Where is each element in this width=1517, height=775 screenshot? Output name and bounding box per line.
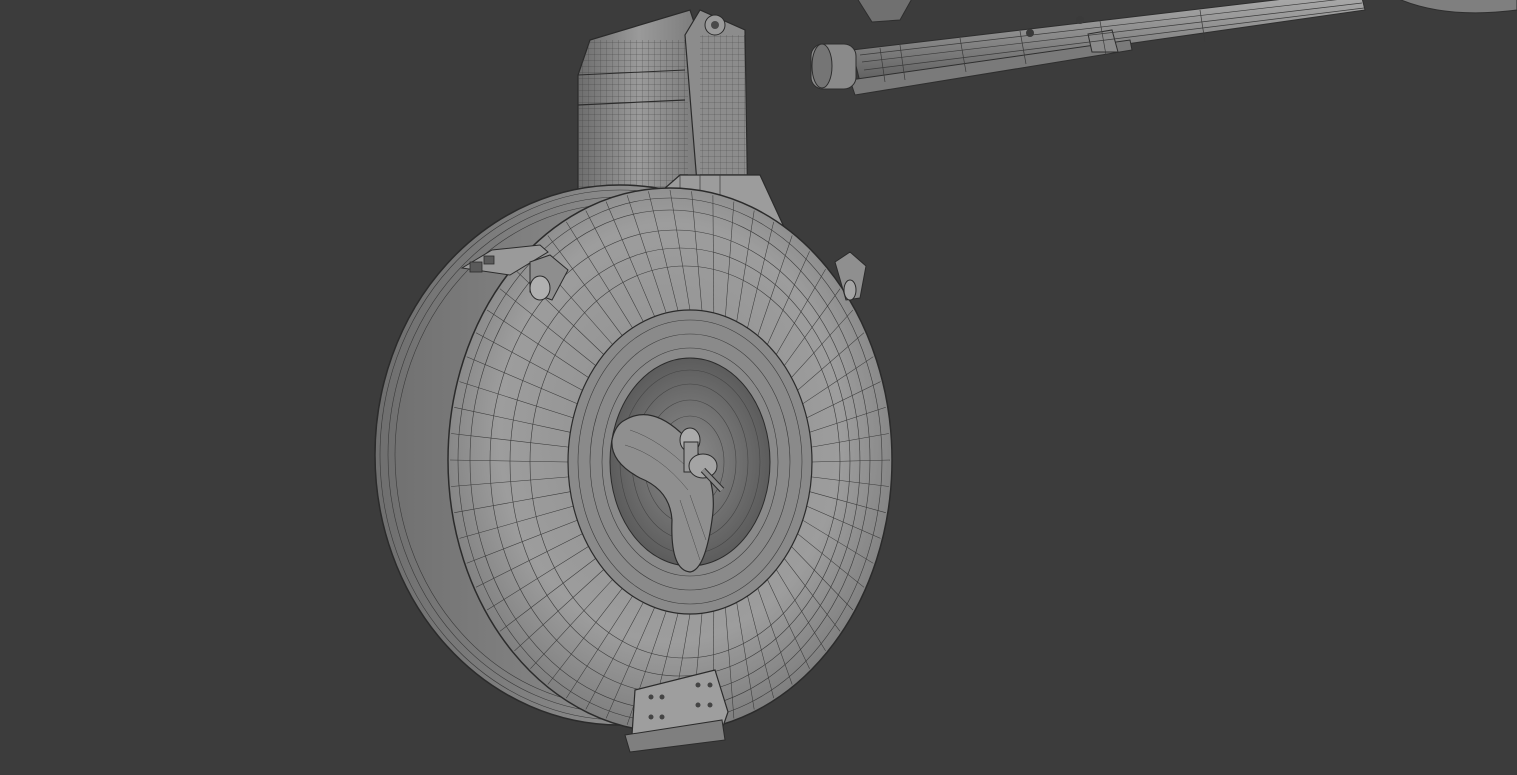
weapon-barrel[interactable]	[810, 0, 1517, 96]
wireframe-scene	[374, 0, 1517, 753]
3d-viewport[interactable]	[0, 0, 1517, 775]
